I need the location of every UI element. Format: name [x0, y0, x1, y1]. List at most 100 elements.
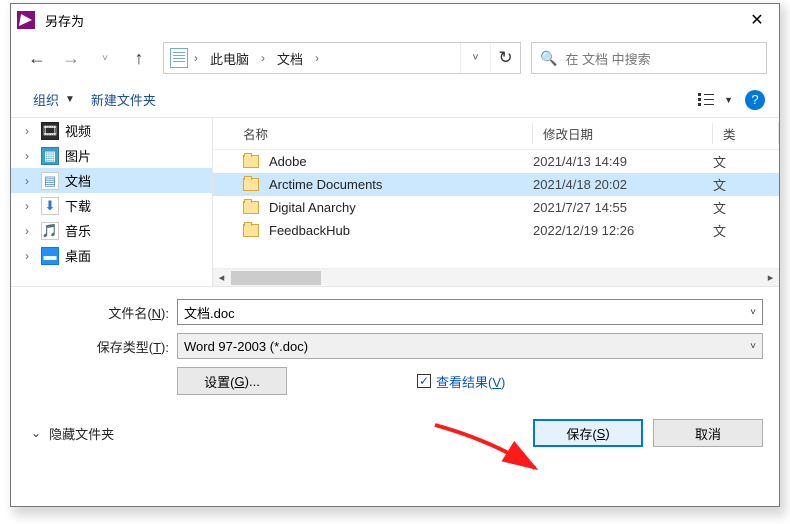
filename-input[interactable]: 文档.doc ˅ — [177, 299, 763, 325]
recent-dropdown-icon[interactable]: ˅ — [91, 43, 119, 73]
search-placeholder: 在 文档 中搜索 — [565, 49, 650, 68]
new-folder-button[interactable]: 新建文件夹 — [83, 86, 164, 113]
tree-folder-icon: ▬ — [41, 247, 59, 265]
chevron-down-icon: ⌄ — [31, 426, 41, 440]
tree-item-0[interactable]: ›🎞 视频 — [11, 118, 212, 143]
expand-icon[interactable]: › — [25, 124, 39, 138]
file-list: 名称 修改日期 类 Adobe2021/4/13 14:49文Arctime D… — [213, 118, 779, 286]
settings-button[interactable]: 设置(G)... — [177, 367, 287, 395]
filetype-value: Word 97-2003 (*.doc) — [184, 339, 308, 354]
organize-label: 组织 — [33, 90, 59, 109]
new-folder-label: 新建文件夹 — [91, 90, 156, 109]
file-date: 2021/7/27 14:55 — [533, 200, 713, 215]
expand-icon[interactable]: › — [25, 199, 39, 213]
app-icon — [17, 11, 35, 29]
filename-label: 文件名(N): — [41, 303, 169, 322]
tree-item-5[interactable]: ›▬ 桌面 — [11, 243, 212, 268]
hide-folders-toggle[interactable]: ⌄ 隐藏文件夹 — [31, 424, 114, 443]
file-row[interactable]: FeedbackHub 2022/12/19 12:26文 — [213, 219, 779, 242]
tree-folder-icon: 🎵 — [41, 222, 59, 240]
chevron-down-icon: ▼ — [65, 94, 75, 105]
tree-folder-icon: 🎞 — [41, 122, 59, 140]
checkbox-icon: ✓ — [417, 374, 431, 388]
nav-tree[interactable]: ›🎞视频›▦图片›▤文档›⬇下载›🎵音乐›▬桌面 — [11, 118, 213, 286]
filetype-combo[interactable]: Word 97-2003 (*.doc) ˅ — [177, 333, 763, 359]
navigation-row: ← → ˅ ↑ › 此电脑 › 文档 › ˅ ↻ 🔍 在 文档 中搜索 — [11, 36, 779, 80]
toolbar: 组织 ▼ 新建文件夹 ▼ ? — [11, 80, 779, 118]
tree-item-label: 下载 — [65, 196, 91, 215]
view-result-checkbox[interactable]: ✓ 查看结果(V) — [417, 372, 505, 391]
address-bar[interactable]: › 此电脑 › 文档 › ˅ ↻ — [163, 42, 521, 74]
tree-item-label: 音乐 — [65, 221, 91, 240]
col-name[interactable]: 名称 — [213, 118, 533, 149]
help-button[interactable]: ? — [745, 90, 765, 110]
hide-folders-label: 隐藏文件夹 — [49, 424, 114, 443]
window-title: 另存为 — [45, 11, 735, 30]
file-type: 文 — [713, 152, 779, 171]
tree-folder-icon: ▦ — [41, 147, 59, 165]
search-input[interactable]: 🔍 在 文档 中搜索 — [531, 42, 767, 74]
crumb-current[interactable]: 文档 — [267, 43, 313, 73]
chevron-down-icon[interactable]: ˅ — [750, 307, 756, 318]
folder-icon — [243, 224, 259, 237]
filetype-label: 保存类型(T): — [41, 337, 169, 356]
file-date: 2021/4/13 14:49 — [533, 154, 713, 169]
file-type: 文 — [713, 221, 779, 240]
file-date: 2022/12/19 12:26 — [533, 223, 713, 238]
scroll-right-icon[interactable]: ▸ — [762, 271, 779, 284]
expand-icon[interactable]: › — [25, 174, 39, 188]
cancel-button[interactable]: 取消 — [653, 419, 763, 447]
file-name: Adobe — [269, 154, 307, 169]
tree-item-label: 视频 — [65, 121, 91, 140]
chevron-down-icon[interactable]: ˅ — [750, 341, 756, 352]
tree-item-label: 桌面 — [65, 246, 91, 265]
location-icon — [170, 48, 188, 68]
folder-icon — [243, 178, 259, 191]
list-body[interactable]: Adobe2021/4/13 14:49文Arctime Documents20… — [213, 150, 779, 268]
tree-item-1[interactable]: ›▦ 图片 — [11, 143, 212, 168]
view-options-button[interactable] — [692, 88, 720, 112]
title-bar: 另存为 ✕ — [11, 4, 779, 36]
tree-item-4[interactable]: ›🎵 音乐 — [11, 218, 212, 243]
crumb-root[interactable]: 此电脑 — [200, 43, 259, 73]
folder-icon — [243, 155, 259, 168]
back-button[interactable]: ← — [23, 43, 51, 73]
list-header[interactable]: 名称 修改日期 类 — [213, 118, 779, 150]
tree-item-2[interactable]: ›▤ 文档 — [11, 168, 212, 193]
file-date: 2021/4/18 20:02 — [533, 177, 713, 192]
save-as-dialog: 另存为 ✕ ← → ˅ ↑ › 此电脑 › 文档 › ˅ ↻ 🔍 在 文档 中搜… — [10, 3, 780, 507]
file-row[interactable]: Adobe 2021/4/13 14:49文 — [213, 150, 779, 173]
tree-item-3[interactable]: ›⬇ 下载 — [11, 193, 212, 218]
file-row[interactable]: Digital Anarchy2021/7/27 14:55文 — [213, 196, 779, 219]
refresh-button[interactable]: ↻ — [490, 43, 520, 73]
expand-icon[interactable]: › — [25, 249, 39, 263]
scroll-left-icon[interactable]: ◂ — [213, 271, 230, 284]
chevron-down-icon[interactable]: ▼ — [724, 95, 733, 105]
file-name: FeedbackHub — [269, 223, 350, 238]
h-scrollbar[interactable]: ◂ ▸ — [213, 268, 779, 286]
chevron-right-icon[interactable]: › — [192, 51, 200, 65]
close-button[interactable]: ✕ — [735, 5, 779, 35]
address-dropdown[interactable]: ˅ — [460, 43, 490, 73]
search-icon: 🔍 — [540, 50, 557, 67]
scroll-thumb[interactable] — [231, 271, 321, 285]
col-type[interactable]: 类 — [713, 118, 779, 149]
tree-item-label: 图片 — [65, 146, 91, 165]
save-button[interactable]: 保存(S) — [533, 419, 643, 447]
col-date[interactable]: 修改日期 — [533, 118, 713, 149]
file-row[interactable]: Arctime Documents 2021/4/18 20:02文 — [213, 173, 779, 196]
expand-icon[interactable]: › — [25, 224, 39, 238]
tree-item-label: 文档 — [65, 171, 91, 190]
chevron-right-icon[interactable]: › — [313, 51, 321, 65]
file-name: Arctime Documents — [269, 177, 382, 192]
list-view-icon — [698, 93, 714, 107]
tree-folder-icon: ⬇ — [41, 197, 59, 215]
chevron-right-icon[interactable]: › — [259, 51, 267, 65]
up-button[interactable]: ↑ — [125, 43, 153, 73]
forward-button: → — [57, 43, 85, 73]
expand-icon[interactable]: › — [25, 149, 39, 163]
organize-menu[interactable]: 组织 ▼ — [25, 86, 83, 113]
tree-folder-icon: ▤ — [41, 172, 59, 190]
file-type: 文 — [713, 175, 779, 194]
form-area: 文件名(N): 文档.doc ˅ 保存类型(T): Word 97-2003 (… — [11, 286, 779, 407]
